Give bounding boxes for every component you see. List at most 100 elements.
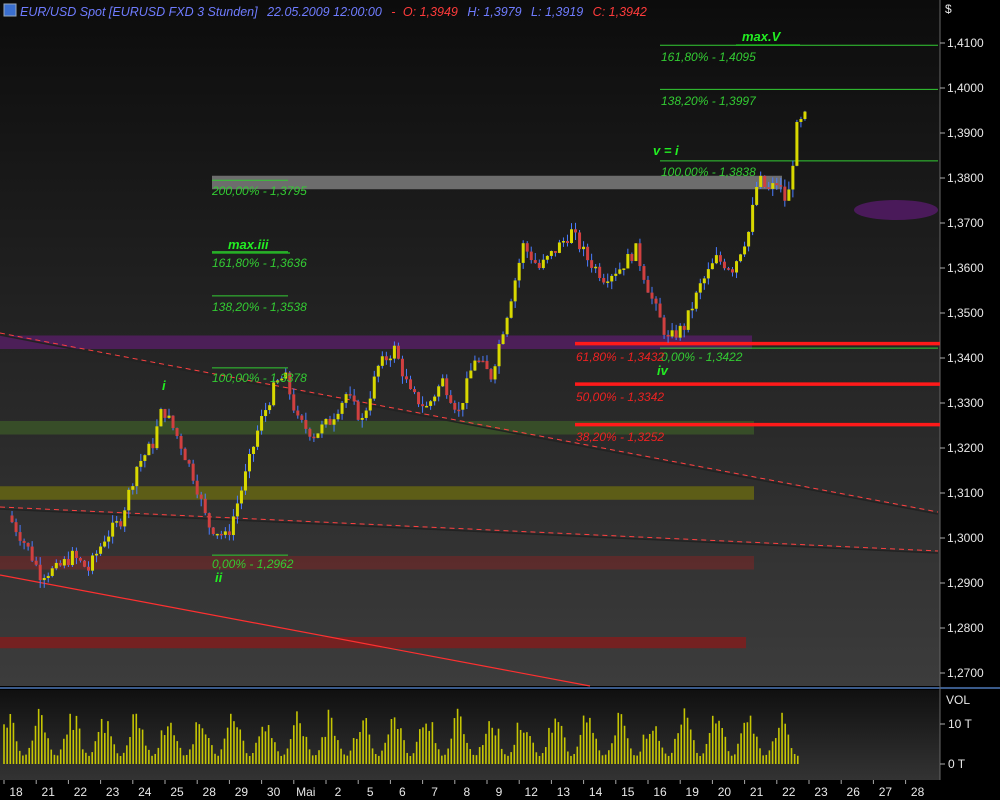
y-tick-label-5: 1,3200 bbox=[947, 441, 984, 455]
fib-label-161-upper: 161,80% - 1,4095 bbox=[661, 50, 756, 64]
candle-body-148 bbox=[606, 281, 610, 283]
candle-body-47 bbox=[199, 494, 203, 499]
volume-panel-bg bbox=[0, 690, 940, 780]
fib-label-61: 61,80% - 1,3432 bbox=[576, 350, 664, 364]
x-tick-label-10: 2 bbox=[335, 785, 342, 799]
candle-body-142 bbox=[582, 246, 586, 250]
candle-body-104 bbox=[429, 401, 433, 406]
y-tick-label-1: 1,2800 bbox=[947, 621, 984, 635]
x-tick-label-17: 13 bbox=[557, 785, 571, 799]
candle-body-98 bbox=[404, 376, 408, 380]
candle-body-26 bbox=[115, 521, 119, 523]
candle-body-140 bbox=[574, 229, 578, 233]
x-tick-label-9: Mai bbox=[296, 785, 315, 799]
candle-body-81 bbox=[336, 413, 340, 420]
candle-body-112 bbox=[461, 402, 465, 410]
y-tick-label-4: 1,3100 bbox=[947, 486, 984, 500]
x-tick-label-15: 9 bbox=[496, 785, 503, 799]
candle-body-103 bbox=[425, 405, 429, 408]
candle-body-49 bbox=[207, 513, 211, 528]
candle-body-32 bbox=[139, 460, 143, 467]
wave-label-max-iii: max.iii bbox=[228, 237, 269, 252]
candle-body-196 bbox=[799, 119, 803, 122]
zone-red bbox=[0, 637, 746, 649]
candle-body-185 bbox=[755, 186, 759, 205]
x-tick-label-8: 30 bbox=[267, 785, 281, 799]
candle-body-182 bbox=[743, 246, 747, 255]
x-tick-label-20: 16 bbox=[653, 785, 667, 799]
candle-body-1 bbox=[14, 522, 18, 533]
candle-body-137 bbox=[561, 241, 565, 243]
candle-body-72 bbox=[300, 415, 304, 420]
candle-body-16 bbox=[74, 550, 78, 558]
candle-body-83 bbox=[344, 394, 348, 403]
candle-body-8 bbox=[42, 577, 46, 581]
candle-body-176 bbox=[718, 255, 722, 262]
candle-body-153 bbox=[626, 254, 630, 269]
wave-label-max-v: max.V bbox=[742, 29, 782, 44]
candle-body-143 bbox=[586, 246, 590, 261]
candle-body-50 bbox=[211, 527, 215, 535]
candle-body-53 bbox=[223, 531, 227, 535]
candle-body-162 bbox=[662, 317, 666, 335]
candle-body-170 bbox=[694, 292, 698, 309]
candle-body-12 bbox=[58, 562, 62, 566]
candle-body-175 bbox=[714, 255, 718, 264]
candle-body-191 bbox=[779, 185, 783, 187]
candle-body-163 bbox=[666, 334, 670, 337]
chart-header: EUR/USD Spot [EURUSD FXD 3 Stunden] 22.0… bbox=[3, 3, 647, 19]
close-value: 1,3942 bbox=[609, 5, 647, 19]
candle-body-105 bbox=[433, 396, 437, 402]
candle-body-34 bbox=[147, 443, 151, 456]
candle-body-152 bbox=[622, 268, 626, 270]
candle-body-76 bbox=[316, 433, 320, 438]
candle-body-94 bbox=[388, 358, 392, 361]
wave-label-v-eq-i: v = i bbox=[653, 143, 679, 158]
x-tick-label-21: 19 bbox=[686, 785, 700, 799]
candle-body-194 bbox=[791, 165, 795, 190]
candle-body-132 bbox=[541, 259, 545, 269]
x-tick-label-16: 12 bbox=[525, 785, 539, 799]
candle-body-74 bbox=[308, 428, 312, 437]
candle-body-21 bbox=[95, 553, 99, 556]
candle-body-77 bbox=[320, 424, 324, 434]
candle-body-147 bbox=[602, 278, 606, 283]
candle-body-164 bbox=[670, 330, 674, 337]
fib-label-138-mid: 138,20% - 1,3538 bbox=[212, 300, 307, 314]
candle-body-37 bbox=[159, 409, 163, 427]
candle-body-11 bbox=[54, 562, 58, 569]
candle-body-116 bbox=[477, 360, 481, 363]
y-tick-label-14: 1,4100 bbox=[947, 36, 984, 50]
y-tick-label-7: 1,3400 bbox=[947, 351, 984, 365]
header-datetime: 22.05.2009 12:00:00 bbox=[266, 5, 382, 19]
candle-body-82 bbox=[340, 402, 344, 414]
candle-body-0 bbox=[10, 515, 14, 523]
candle-body-30 bbox=[131, 486, 135, 490]
candle-body-59 bbox=[248, 453, 251, 472]
x-tick-label-18: 14 bbox=[589, 785, 603, 799]
candle-body-97 bbox=[400, 358, 404, 377]
x-tick-label-28: 28 bbox=[911, 785, 925, 799]
x-tick-label-24: 22 bbox=[782, 785, 796, 799]
x-tick-label-13: 7 bbox=[431, 785, 438, 799]
currency-label: $ bbox=[945, 2, 952, 16]
x-tick-label-0: 18 bbox=[9, 785, 23, 799]
candle-body-6 bbox=[34, 560, 38, 565]
candle-body-102 bbox=[421, 404, 425, 407]
candle-body-130 bbox=[533, 260, 537, 263]
candle-body-127 bbox=[521, 243, 525, 263]
candle-body-60 bbox=[252, 446, 256, 454]
y-tick-label-8: 1,3500 bbox=[947, 306, 984, 320]
zone-olive bbox=[0, 486, 754, 500]
candle-body-122 bbox=[501, 334, 505, 345]
header-icon[interactable] bbox=[3, 3, 17, 17]
candle-body-55 bbox=[231, 516, 235, 536]
candle-body-61 bbox=[256, 430, 260, 447]
candle-body-45 bbox=[191, 463, 195, 481]
fib-label-100-mid: 100,00% - 1,3378 bbox=[212, 371, 307, 385]
candle-body-7 bbox=[38, 564, 42, 581]
candle-body-88 bbox=[364, 410, 368, 418]
candle-body-119 bbox=[489, 369, 493, 380]
candle-body-108 bbox=[445, 378, 449, 396]
x-tick-label-12: 6 bbox=[399, 785, 406, 799]
